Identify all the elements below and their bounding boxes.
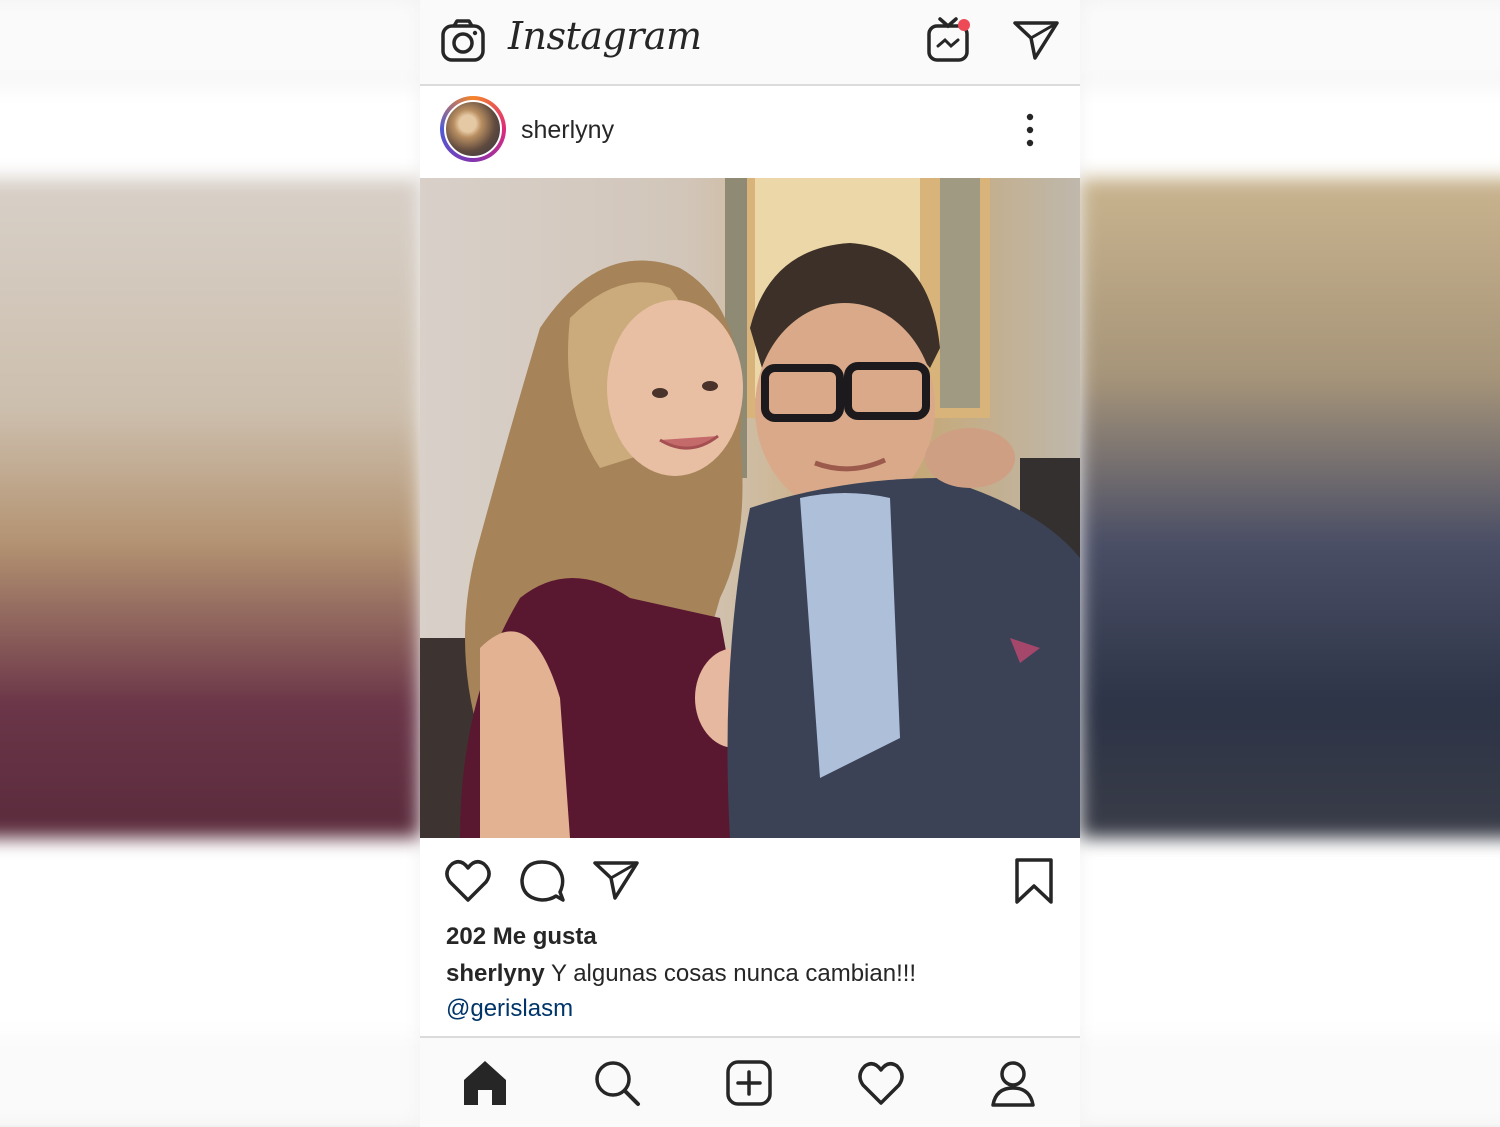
notification-dot xyxy=(958,19,970,31)
instagram-screen: Instagram sherlyny 202 Me gusta sherlyny… xyxy=(420,0,1080,1127)
bookmark-icon[interactable] xyxy=(1010,858,1058,904)
share-icon[interactable] xyxy=(592,858,640,904)
search-icon[interactable] xyxy=(592,1058,642,1108)
home-icon[interactable] xyxy=(460,1058,510,1108)
caption-username[interactable]: sherlyny xyxy=(446,960,545,987)
brand-logo: Instagram xyxy=(508,14,702,58)
avatar xyxy=(444,100,502,158)
bottom-nav xyxy=(420,1036,1080,1127)
post-header: sherlyny xyxy=(420,86,1080,176)
camera-icon[interactable] xyxy=(440,18,486,64)
new-post-icon[interactable] xyxy=(724,1058,774,1108)
direct-message-icon[interactable] xyxy=(1012,18,1060,62)
story-ring[interactable] xyxy=(440,96,506,162)
post-caption: sherlyny Y algunas cosas nunca cambian!!… xyxy=(446,960,916,988)
post-photo[interactable] xyxy=(420,178,1080,838)
caption-text: Y algunas cosas nunca cambian!!! xyxy=(544,960,917,987)
caption-mention[interactable]: @gerislasm xyxy=(446,995,573,1023)
blurred-right-panel xyxy=(1080,0,1500,1125)
blurred-left-panel xyxy=(0,0,420,1125)
heart-icon[interactable] xyxy=(444,858,492,904)
profile-icon[interactable] xyxy=(988,1058,1038,1108)
activity-icon[interactable] xyxy=(856,1058,906,1108)
like-count[interactable]: 202 Me gusta xyxy=(446,923,597,951)
comment-icon[interactable] xyxy=(518,858,566,904)
more-options-icon[interactable] xyxy=(1023,112,1037,148)
igtv-icon[interactable] xyxy=(926,16,972,64)
top-bar: Instagram xyxy=(420,0,1080,86)
post-username[interactable]: sherlyny xyxy=(521,116,614,145)
post-actions xyxy=(420,840,1080,920)
